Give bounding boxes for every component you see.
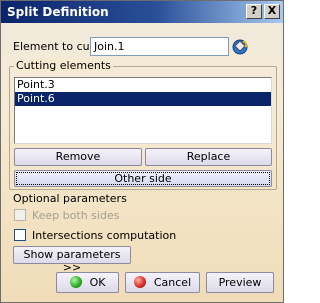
remove-button-label: Remove bbox=[55, 150, 101, 163]
other-side-button[interactable]: Other side bbox=[14, 170, 272, 187]
show-parameters-button[interactable]: Show parameters >> bbox=[13, 246, 131, 274]
list-item-point-6[interactable]: Point.6 bbox=[15, 92, 271, 106]
replace-button[interactable]: Replace bbox=[145, 148, 272, 166]
ok-button-label: OK bbox=[89, 276, 106, 289]
cutting-elements-list[interactable]: Point.3 Point.6 bbox=[14, 77, 272, 144]
cancel-button-label: Cancel bbox=[153, 276, 192, 289]
close-button[interactable]: X bbox=[264, 4, 280, 19]
show-parameters-button-label: Show parameters >> bbox=[23, 248, 121, 274]
split-definition-dialog: Split Definition ? X Element to cut: Joi… bbox=[0, 0, 284, 303]
ok-button[interactable]: OK bbox=[56, 272, 119, 293]
cutting-elements-legend: Cutting elements bbox=[14, 59, 113, 72]
dialog-title: Split Definition bbox=[7, 5, 109, 19]
title-bar[interactable]: Split Definition ? X bbox=[1, 1, 283, 23]
intersections-computation-checkbox[interactable] bbox=[14, 229, 26, 241]
keep-both-sides-label: Keep both sides bbox=[32, 209, 120, 222]
remove-button[interactable]: Remove bbox=[14, 148, 142, 166]
list-item-point-3[interactable]: Point.3 bbox=[15, 78, 271, 92]
intersections-computation-label: Intersections computation bbox=[32, 229, 177, 242]
cancel-button[interactable]: Cancel bbox=[125, 272, 200, 293]
preview-button[interactable]: Preview bbox=[206, 272, 274, 293]
optional-parameters-heading: Optional parameters bbox=[13, 192, 127, 205]
keep-both-sides-checkbox[interactable] bbox=[14, 209, 26, 221]
paint-bucket-icon[interactable] bbox=[231, 37, 249, 55]
cancel-icon bbox=[133, 276, 146, 288]
element-to-cut-label: Element to cut: bbox=[13, 40, 98, 53]
replace-button-label: Replace bbox=[186, 150, 231, 163]
ok-icon bbox=[69, 276, 82, 288]
help-button[interactable]: ? bbox=[246, 4, 262, 19]
other-side-button-label: Other side bbox=[114, 172, 172, 185]
element-to-cut-field[interactable]: Join.1 bbox=[90, 37, 229, 56]
preview-button-label: Preview bbox=[218, 276, 262, 289]
